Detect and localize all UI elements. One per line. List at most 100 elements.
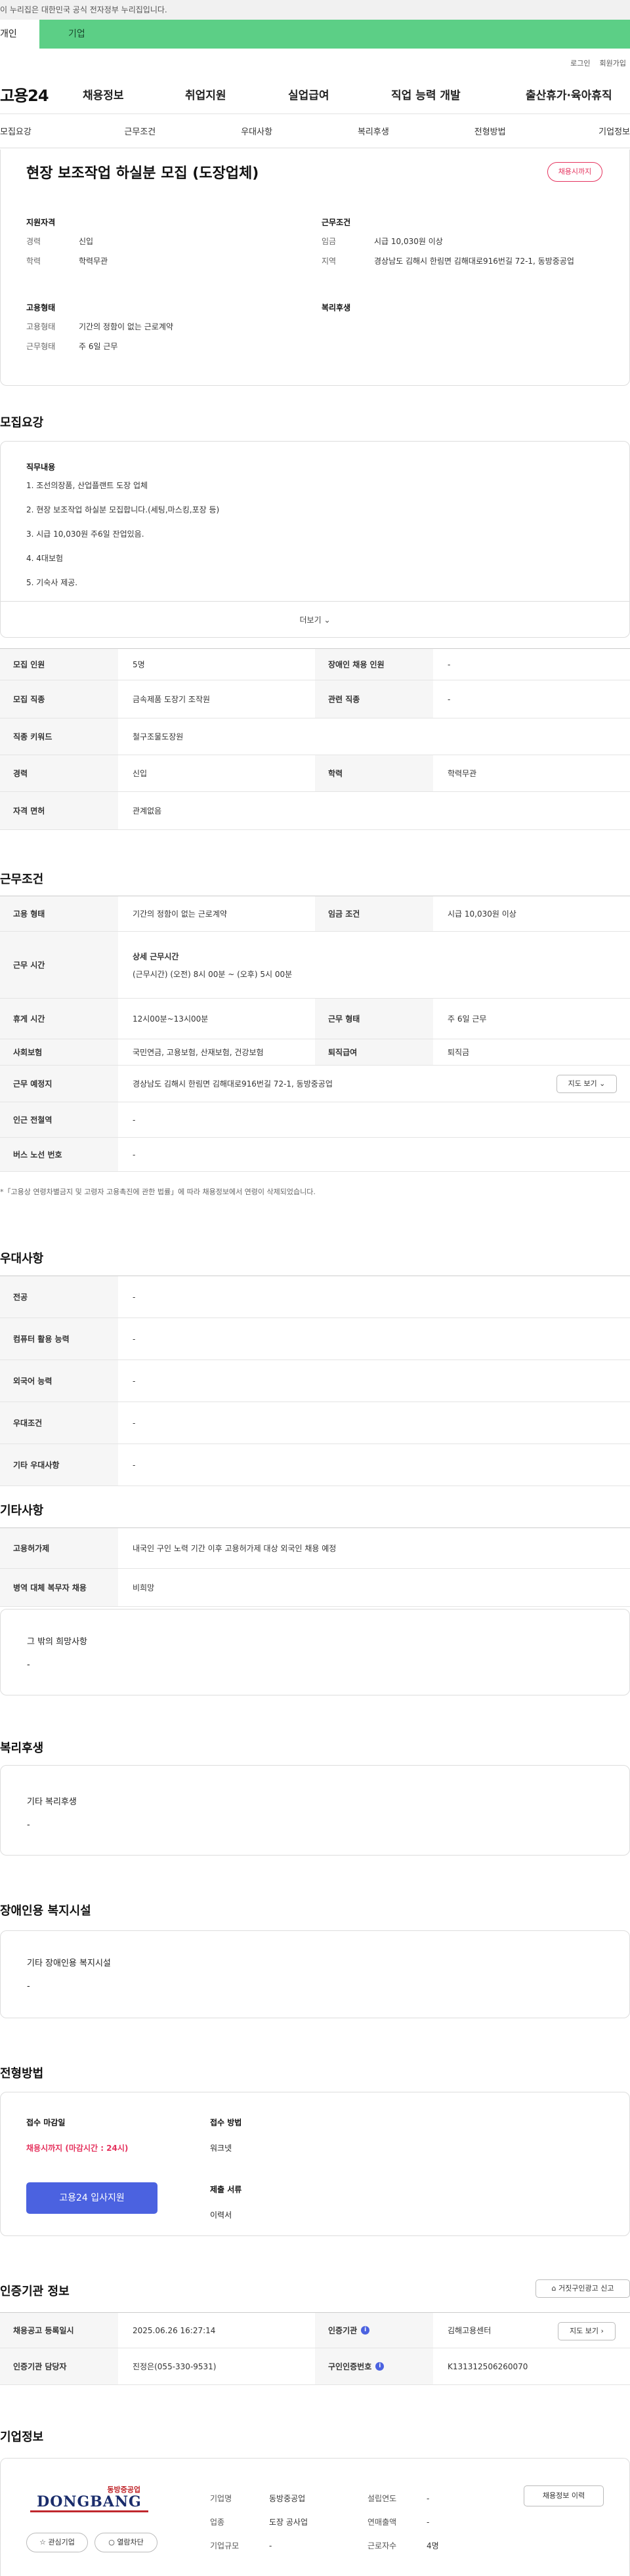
section-company: 기업정보 [0, 2430, 44, 2444]
td: 국민연금, 고용보험, 산재보험, 건강보험 [133, 1048, 264, 1057]
box-title: 기타 복리후생 [27, 1797, 77, 1807]
td: - [133, 1376, 136, 1386]
value: 시급 10,030원 이상 [374, 237, 443, 246]
td: - [133, 1115, 136, 1125]
snb-welfare[interactable]: 복리후생 [315, 125, 432, 137]
cert-map-button[interactable]: 지도 보기 › [558, 2322, 616, 2340]
etc-box: 그 밖의 희망사항 - [0, 1609, 630, 1695]
disability-box: 기타 장애인용 복지시설 - [0, 1930, 630, 2018]
td: - [133, 1292, 136, 1302]
th: 우대조건 [0, 1402, 118, 1444]
sub-nav: 모집요강 근무조건 우대사항 복리후생 전형방법 기업정보 [0, 114, 630, 148]
qual-block: 지원자격 경력 신입 학력 학력무관 [26, 217, 302, 267]
method-block: 접수 방법 워크넷 제출 서류 이력서 [210, 2117, 242, 2220]
th: 모집 직종 [0, 680, 118, 718]
login-link[interactable]: 로그인 [570, 58, 590, 75]
method-value: 워크넷 [210, 2144, 232, 2153]
process-card [0, 2092, 630, 2236]
chevron-down-icon: ⌄ [324, 615, 331, 625]
more-button[interactable]: 더보기 ⌄ [0, 601, 630, 638]
nav-training[interactable]: 직업 능력 개발 [391, 86, 526, 102]
method-label: 접수 방법 [210, 2118, 242, 2127]
more-label: 더보기 [299, 615, 322, 625]
label: 근로자수 [368, 2541, 397, 2550]
td: 경상남도 김해시 한림면 김해대로916번길 72-1, 동방중공업 [133, 1079, 333, 1089]
th: 기타 우대사항 [0, 1444, 118, 1485]
th: 모집 인원 [0, 649, 118, 680]
th: 학력 [315, 755, 433, 791]
welfare-title: 복리후생 [322, 303, 351, 312]
snb-preference[interactable]: 우대사항 [198, 125, 315, 137]
signup-link[interactable]: 회원가입 [600, 58, 626, 75]
history-button[interactable]: 채용정보 이력 [524, 2485, 604, 2506]
td: 비희망 [133, 1583, 155, 1592]
th: 채용공고 등록일시 [0, 2313, 118, 2348]
section-welfare: 복리후생 [0, 1741, 44, 1755]
docs-label: 제출 서류 [210, 2185, 242, 2194]
th: 퇴직급여 [315, 1039, 433, 1065]
cond-title: 근무조건 [322, 218, 351, 227]
value: 학력무관 [79, 257, 108, 266]
th-label: 인증기관 [328, 2326, 358, 2335]
td: 금속제품 도장기 조작원 [133, 695, 211, 704]
th: 직종 키워드 [0, 718, 118, 755]
value: 기간의 정함이 없는 근로계약 [79, 322, 173, 331]
duty-line: 4. 4대보험 [26, 554, 64, 563]
th: 전공 [0, 1276, 118, 1318]
block-button[interactable]: ○ 열람차단 [94, 2533, 158, 2552]
value: 경상남도 김해시 한림면 김해대로916번길 72-1, 동방중공업 [374, 257, 574, 266]
tab-company[interactable]: 기업 [39, 20, 630, 49]
hours-value: (근무시간) (오전) 8시 00분 ~ (오후) 5시 00분 [133, 969, 293, 979]
star-icon: ☆ [39, 2538, 46, 2546]
fav-button[interactable]: ☆ 관심기업 [26, 2533, 88, 2552]
td: - [133, 1150, 136, 1159]
value: 주 6일 근무 [79, 342, 118, 351]
section-preference: 우대사항 [0, 1252, 44, 1266]
snb-recruit[interactable]: 모집요강 [0, 125, 81, 137]
th: 장애인 채용 인원 [315, 649, 433, 680]
label: 학력 [26, 257, 41, 266]
welfare-box: 기타 복리후생 - [0, 1765, 630, 1856]
td: 시급 10,030원 이상 [448, 909, 516, 919]
th: 고용허가제 [0, 1528, 118, 1568]
snb-company[interactable]: 기업정보 [549, 125, 630, 137]
duty-line: 2. 현장 보조작업 하실분 모집합니다.(세팅,마스킹,포장 등) [26, 505, 220, 514]
report-button[interactable]: ⌂ 거짓구인광고 신고 [536, 2279, 630, 2298]
tab-personal[interactable]: 개인 [0, 20, 39, 49]
hours-title: 상세 근무시간 [133, 951, 179, 961]
td: 학력무관 [448, 769, 477, 778]
map-button[interactable]: 지도 보기 ⌄ [556, 1075, 617, 1093]
apply-button[interactable]: 고용24 입사지원 [26, 2182, 158, 2214]
nav-jobs[interactable]: 채용정보 [83, 86, 185, 102]
nav-unemployment[interactable]: 실업급여 [288, 86, 391, 102]
recruit-table: 모집 인원 5명 장애인 채용 인원 - 모집 직종 금속제품 도장기 조작원 관련 직종… [0, 648, 630, 830]
snb-conditions[interactable]: 근무조건 [81, 125, 198, 137]
conditions-table: 고용 형태 기간의 정함이 없는 근로계약 임금 조건 시급 10,030원 이상 근… [0, 896, 630, 1172]
value: 4명 [427, 2541, 439, 2550]
deadline-value: 채용시까지 (마감시간 : 24시) [26, 2144, 129, 2153]
logo-big: DONGBANG [30, 2493, 148, 2512]
td: 진정은(055-330-9531) [133, 2362, 217, 2371]
info-icon[interactable]: i [375, 2362, 385, 2371]
section-conditions: 근무조건 [0, 873, 44, 886]
nav-parental-leave[interactable]: 출산휴가·육아휴직 [526, 86, 612, 102]
job-title: 현장 보조작업 하실분 모집 (도장업체) [26, 165, 259, 182]
box-value: - [27, 1660, 30, 1670]
snb-process[interactable]: 전형방법 [432, 125, 549, 137]
th: 근무 형태 [315, 999, 433, 1039]
map-label: 지도 보기 [570, 2327, 599, 2335]
td: 기간의 정함이 없는 근로계약 [133, 909, 227, 919]
label: 지역 [322, 257, 337, 266]
info-icon[interactable]: i [361, 2326, 370, 2335]
value: - [427, 2518, 430, 2527]
report-label: 거짓구인광고 신고 [558, 2284, 614, 2293]
th: 인증기관 담당자 [0, 2348, 118, 2384]
th: 고용 형태 [0, 896, 118, 931]
site-logo[interactable]: 고용24 [0, 83, 83, 106]
preference-table: 전공 - 컴퓨터 활용 능력 - 외국어 능력 - 우대조건 - 기타 우대사항 - [0, 1276, 630, 1486]
box-title: 그 밖의 희망사항 [27, 1637, 87, 1647]
th: 자격 면허 [0, 792, 118, 829]
duty-line: 5. 기숙사 제공. [26, 578, 78, 587]
td: 신입 [133, 769, 148, 778]
nav-employment-support[interactable]: 취업지원 [185, 86, 288, 102]
